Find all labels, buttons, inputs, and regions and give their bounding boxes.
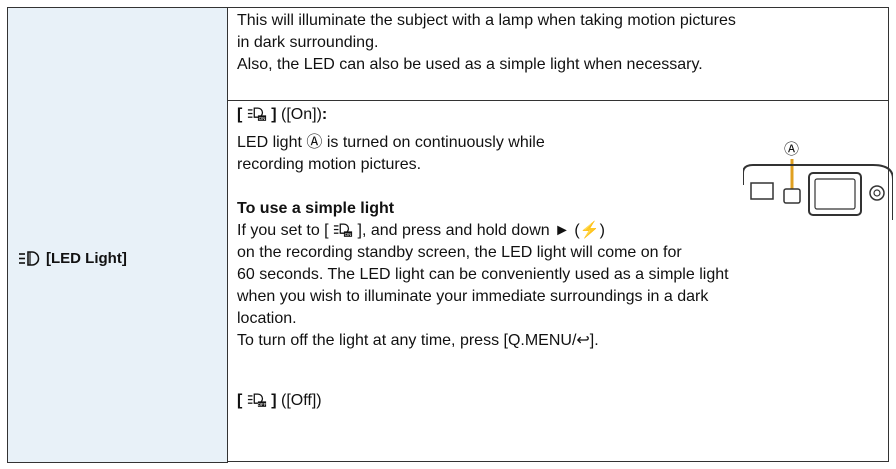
options-cell: [ ON ] ([On]): LED light Ⓐ is turned on … (227, 100, 894, 462)
on-setting-heading: [ ON ] ([On]): (237, 104, 327, 126)
figure-callout: Ⓐ (784, 141, 800, 158)
on-description-line-2: recording motion pictures. (237, 156, 422, 173)
sl-text-c: ) (599, 222, 605, 239)
flash-icon: ⚡ (579, 222, 600, 239)
on-value: ([On]) (281, 106, 322, 123)
bracket-close: ] (271, 106, 277, 123)
led-off-icon: OFF (247, 393, 267, 407)
setting-name-cell: [LED Light] (7, 7, 228, 463)
off-value: ([Off]) (281, 392, 322, 409)
svg-text:ON: ON (345, 232, 352, 237)
simple-light-line-2: on the recording standby screen, the LED… (237, 244, 682, 261)
off-setting-heading: [ OFF ] ([Off]) (237, 390, 322, 412)
on-description-line-1: LED light Ⓐ is turned on continuously wh… (237, 132, 545, 154)
camera-figure: Ⓐ (742, 141, 894, 220)
description-line-2: in dark surrounding. (237, 34, 379, 51)
description-line-1: This will illuminate the subject with a … (237, 12, 736, 29)
callout-a: Ⓐ (306, 134, 323, 151)
settings-table: [LED Light] This will illuminate the sub… (7, 7, 894, 463)
simple-light-line-1: If you set to [ ON ], and press and hold… (237, 220, 605, 242)
description-line-3: Also, the LED can also be used as a simp… (237, 56, 703, 73)
simple-light-heading: To use a simple light (237, 200, 395, 217)
setting-label: [LED Light] (18, 250, 127, 267)
bracket-open: [ (237, 392, 243, 409)
setting-label-text: [LED Light] (46, 250, 127, 267)
camera-led-diagram (742, 159, 894, 220)
simple-light-line-3: 60 seconds. The LED light can be conveni… (237, 266, 729, 283)
bracket-close: ] (271, 392, 277, 409)
sl-text-a: If you set to [ (237, 222, 329, 239)
svg-text:OFF: OFF (257, 402, 266, 407)
simple-light-line-4: when you wish to illuminate your immedia… (237, 288, 709, 305)
led-on-icon: ON (247, 107, 266, 121)
led-light-icon (19, 251, 40, 266)
simple-light-line-5: location. (237, 310, 297, 327)
description-cell: This will illuminate the subject with a … (227, 7, 889, 101)
colon: : (321, 106, 328, 123)
simple-light-line-6: To turn off the light at any time, press… (237, 332, 599, 349)
svg-text:ON: ON (258, 116, 265, 121)
on-text-b: is turned on continuously while (326, 134, 545, 151)
led-on-icon: ON (333, 223, 353, 237)
sl-text-b: ], and press and hold down ► ( (357, 222, 580, 239)
on-text-a: LED light (237, 134, 302, 151)
bracket-open: [ (237, 106, 243, 123)
